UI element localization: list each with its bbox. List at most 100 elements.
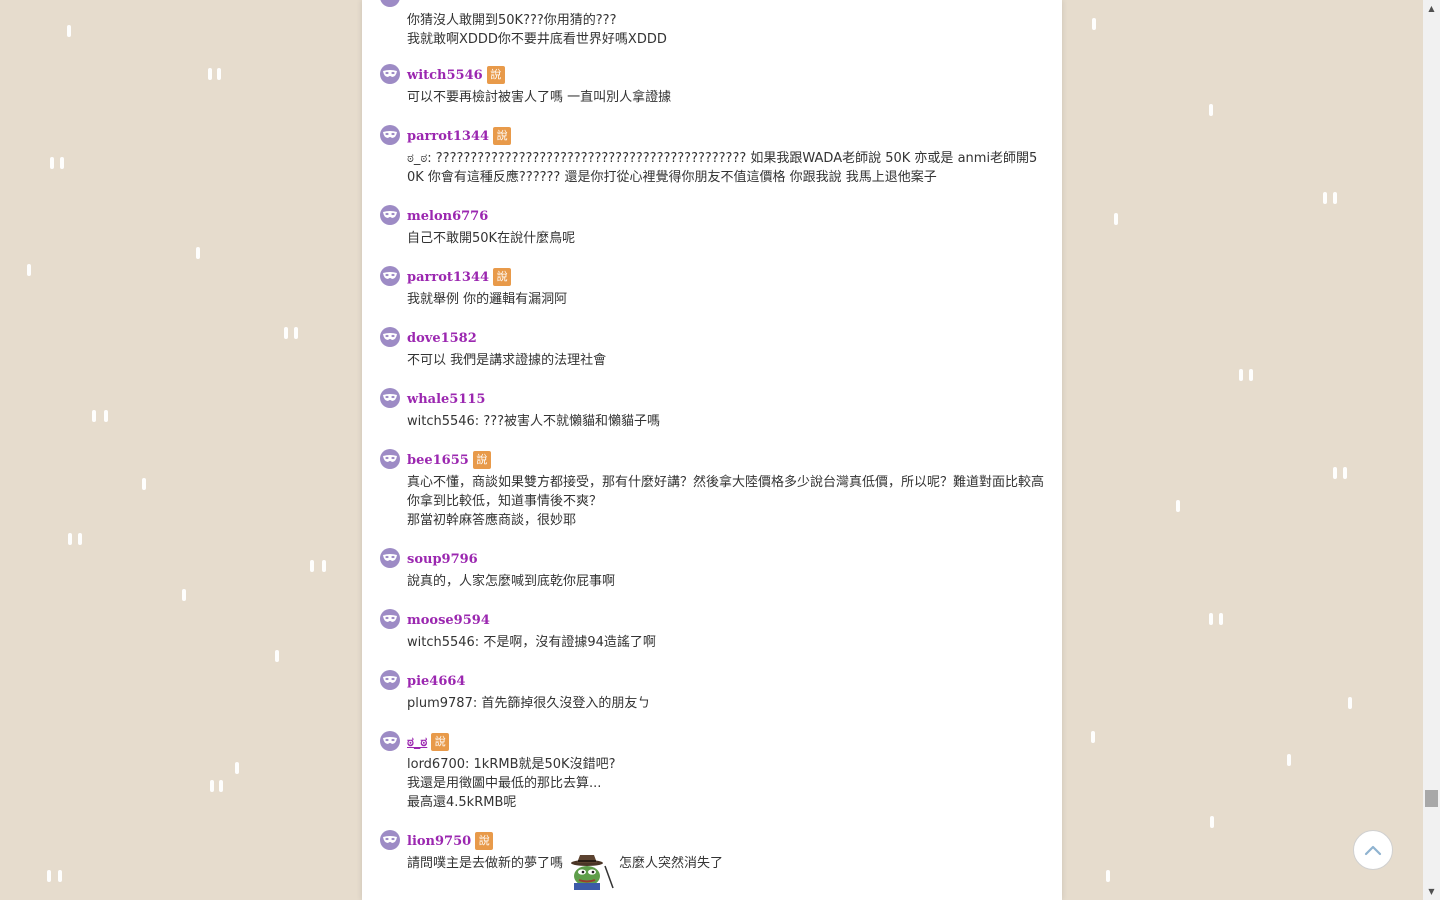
comment-item: pie4664 plum9787: 首先篩掉很久沒登入的朋友ㄅ: [380, 670, 1045, 713]
frog-detective-sticker-icon: [565, 854, 617, 892]
background-dash: [1249, 369, 1253, 381]
mask-avatar-icon[interactable]: [380, 64, 400, 84]
comment-text-part: 請問噗主是去做新的夢了嗎: [407, 856, 564, 871]
background-dash: [275, 650, 279, 662]
mask-avatar-icon[interactable]: [380, 388, 400, 408]
speak-badge: 說: [475, 832, 494, 850]
background-dash: [294, 327, 298, 339]
comment-header: parrot1344 說: [380, 266, 1045, 287]
comment-text-part: 怎麼人突然消失了: [619, 856, 724, 871]
background-dash: [1091, 731, 1095, 743]
comment-header: soup9796: [380, 548, 1045, 569]
comment-text: witch5546: 不是啊，沒有證據94造謠了啊: [407, 635, 656, 650]
comment-header: parrot1344 說: [380, 125, 1045, 146]
comment-username[interactable]: melon6776: [407, 209, 488, 224]
background-dash: [235, 762, 239, 774]
comment-header: ಠ_ಠ 說: [380, 731, 1045, 752]
background-dash: [1209, 613, 1213, 625]
comment-username[interactable]: parrot1344: [407, 129, 489, 144]
background-dash: [1114, 213, 1118, 225]
background-dash: [1333, 192, 1337, 204]
comment-username[interactable]: moose9594: [407, 613, 490, 628]
background-dash: [1219, 613, 1223, 625]
comment-text: witch5546: ???被害人不就懶貓和懶貓子嗎: [407, 414, 661, 429]
comment-header: witch5546 說: [380, 64, 1045, 85]
comment-text: 自己不敢開50K在說什麼鳥呢: [407, 231, 576, 246]
comment-item: parrot1344 說 我就舉例 你的邏輯有漏洞阿: [380, 266, 1045, 309]
background-dash: [208, 68, 212, 80]
comment-item: parrot1344 說 ಠ_ಠ: ??????????????????????…: [380, 125, 1045, 187]
comment-username[interactable]: lion9750: [407, 834, 471, 849]
back-to-top-button[interactable]: [1353, 830, 1393, 870]
background-dash: [1323, 192, 1327, 204]
comment-item: 你猜沒人敢開到50K???你用猜的??? 我就敢啊XDDD你不要井底看世界好嗎X…: [380, 0, 1045, 49]
chevron-up-icon: [1364, 845, 1382, 856]
comment-username[interactable]: parrot1344: [407, 270, 489, 285]
mask-avatar-icon[interactable]: [380, 731, 400, 751]
background-dash: [1209, 104, 1213, 116]
background-dash: [78, 533, 82, 545]
comment-text: 說真的，人家怎麼喊到底乾你屁事啊: [407, 574, 616, 589]
background-dash: [27, 264, 31, 276]
mask-avatar-icon[interactable]: [380, 266, 400, 286]
background-dash: [142, 478, 146, 490]
speak-badge: 說: [493, 127, 512, 145]
comment-text: 我就舉例 你的邏輯有漏洞阿: [407, 292, 568, 307]
background-dash: [310, 560, 314, 572]
speak-badge: 說: [431, 733, 450, 751]
comment-text: lord6700: 1kRMB就是50K沒錯吧? 我還是用徵圖中最低的那比去算.…: [407, 757, 616, 810]
comment-text: plum9787: 首先篩掉很久沒登入的朋友ㄅ: [407, 696, 651, 711]
comment-username[interactable]: whale5115: [407, 392, 485, 407]
mask-avatar-icon[interactable]: [380, 449, 400, 469]
comment-text: 可以不要再檢討被害人了嗎 一直叫別人拿證據: [407, 90, 672, 105]
comment-username[interactable]: dove1582: [407, 331, 477, 346]
mask-avatar-icon[interactable]: [380, 670, 400, 690]
background-dash: [47, 870, 51, 882]
comment-text: 真心不懂，商談如果雙方都接受，那有什麼好講？然後拿大陸價格多少說台灣真低價，所以…: [407, 475, 1045, 528]
comment-header: moose9594: [380, 609, 1045, 630]
comment-header: melon6776: [380, 205, 1045, 226]
mask-avatar-icon[interactable]: [380, 0, 400, 7]
background-dash: [60, 157, 64, 169]
background-dash: [92, 410, 96, 422]
background-dash: [1239, 369, 1243, 381]
mask-avatar-icon[interactable]: [380, 125, 400, 145]
comment-item: bee1655 說 真心不懂，商談如果雙方都接受，那有什麼好講？然後拿大陸價格多…: [380, 449, 1045, 530]
comment-header: [380, 0, 1045, 8]
mask-avatar-icon[interactable]: [380, 830, 400, 850]
comment-header: pie4664: [380, 670, 1045, 691]
background-dash: [58, 870, 62, 882]
speak-badge: 說: [486, 66, 505, 84]
mask-avatar-icon[interactable]: [380, 548, 400, 568]
background-dash: [210, 780, 214, 792]
background-dash: [1106, 870, 1110, 882]
scroll-up-arrow-icon[interactable]: ▲: [1423, 0, 1440, 17]
background-dash: [196, 247, 200, 259]
background-dash: [1176, 500, 1180, 512]
comment-item: whale5115 witch5546: ???被害人不就懶貓和懶貓子嗎: [380, 388, 1045, 431]
comment-username[interactable]: bee1655: [407, 453, 469, 468]
comment-item: melon6776 自己不敢開50K在說什麼鳥呢: [380, 205, 1045, 248]
comment-header: whale5115: [380, 388, 1045, 409]
background-dash: [68, 533, 72, 545]
mask-avatar-icon[interactable]: [380, 205, 400, 225]
comment-item: ಠ_ಠ 說 lord6700: 1kRMB就是50K沒錯吧? 我還是用徵圖中最低…: [380, 731, 1045, 812]
comment-username[interactable]: ಠ_ಠ: [407, 735, 427, 750]
comment-header: lion9750 說: [380, 830, 1045, 851]
background-dash: [217, 68, 221, 80]
comment-header: dove1582: [380, 327, 1045, 348]
comment-username[interactable]: witch5546: [407, 68, 483, 83]
comment-username[interactable]: pie4664: [407, 674, 465, 689]
background-dash: [1348, 697, 1352, 709]
comment-text: 你猜沒人敢開到50K???你用猜的??? 我就敢啊XDDD你不要井底看世界好嗎X…: [407, 13, 667, 47]
comment-username[interactable]: soup9796: [407, 552, 478, 567]
comment-text: 不可以 我們是講求證據的法理社會: [407, 353, 607, 368]
comment-item: witch5546 說 可以不要再檢討被害人了嗎 一直叫別人拿證據: [380, 64, 1045, 107]
comment-text: 請問噗主是去做新的夢了嗎 怎麼人突然消失了: [407, 854, 1045, 892]
scrollbar[interactable]: ▲ ▼: [1423, 0, 1440, 900]
scroll-down-arrow-icon[interactable]: ▼: [1423, 883, 1440, 900]
mask-avatar-icon[interactable]: [380, 327, 400, 347]
speak-badge: 說: [493, 268, 512, 286]
scrollbar-thumb[interactable]: [1425, 790, 1438, 807]
mask-avatar-icon[interactable]: [380, 609, 400, 629]
